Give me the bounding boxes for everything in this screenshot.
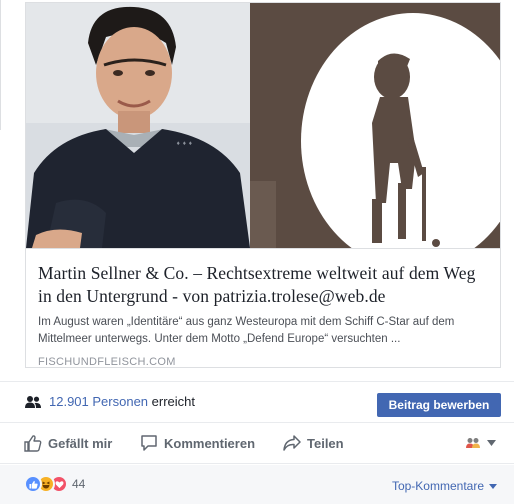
boost-post-button[interactable]: Beitrag bewerben — [377, 393, 501, 417]
like-button[interactable]: Gefällt mir — [24, 434, 112, 452]
reach-count-link[interactable]: 12.901 Personen — [49, 394, 148, 409]
reaction-count[interactable]: 44 — [72, 477, 85, 491]
share-label: Teilen — [307, 435, 344, 451]
share-button[interactable]: Teilen — [283, 434, 344, 452]
reach-bar: 12.901 Personen erreicht Beitrag bewerbe… — [0, 381, 514, 423]
audience-selector[interactable] — [465, 437, 496, 449]
link-preview[interactable]: ♦ ♦ ♦ Martin Sellner & Co. – Rechtsextre… — [25, 2, 501, 368]
link-domain: FISCHUNDFLEISCH.COM — [38, 356, 176, 368]
people-icon — [25, 396, 41, 408]
portrait-photo: ♦ ♦ ♦ — [26, 3, 250, 248]
friends-icon — [466, 438, 480, 448]
comment-icon — [141, 435, 157, 451]
silhouette-illustration — [250, 3, 500, 248]
reach-text: 12.901 Personen erreicht — [49, 394, 195, 409]
like-label: Gefällt mir — [48, 435, 113, 451]
svg-text:♦ ♦ ♦: ♦ ♦ ♦ — [176, 141, 193, 147]
comments-filter-label: Top-Kommentare — [391, 479, 484, 493]
post-actions: Gefällt mir Kommentieren Teilen — [0, 424, 514, 464]
link-preview-text[interactable]: Martin Sellner & Co. – Rechtsextreme wel… — [26, 248, 500, 368]
like-reaction-icon — [24, 475, 42, 493]
thumbs-up-icon — [24, 435, 42, 452]
comments-filter-dropdown[interactable]: Top-Kommentare — [392, 479, 497, 493]
share-arrow-icon — [283, 435, 301, 451]
reactions-summary[interactable]: 44 — [24, 475, 85, 493]
link-description: Im August waren „Identitäre“ aus ganz We… — [38, 316, 455, 345]
link-preview-image[interactable]: ♦ ♦ ♦ — [26, 3, 500, 248]
reach-people-word[interactable]: Personen — [92, 394, 148, 409]
comment-button[interactable]: Kommentieren — [140, 434, 255, 452]
reactions-bar: 44 Top-Kommentare — [0, 465, 514, 504]
divider — [0, 0, 1, 130]
chevron-down-icon — [487, 440, 496, 446]
link-title[interactable]: Martin Sellner & Co. – Rechtsextreme wel… — [38, 262, 488, 308]
reach-count[interactable]: 12.901 — [49, 394, 89, 409]
reach-suffix: erreicht — [151, 394, 196, 409]
comment-label: Kommentieren — [164, 435, 256, 451]
chevron-down-icon — [489, 483, 497, 489]
post-card: ♦ ♦ ♦ Martin Sellner & Co. – Rechtsextre… — [0, 0, 514, 504]
